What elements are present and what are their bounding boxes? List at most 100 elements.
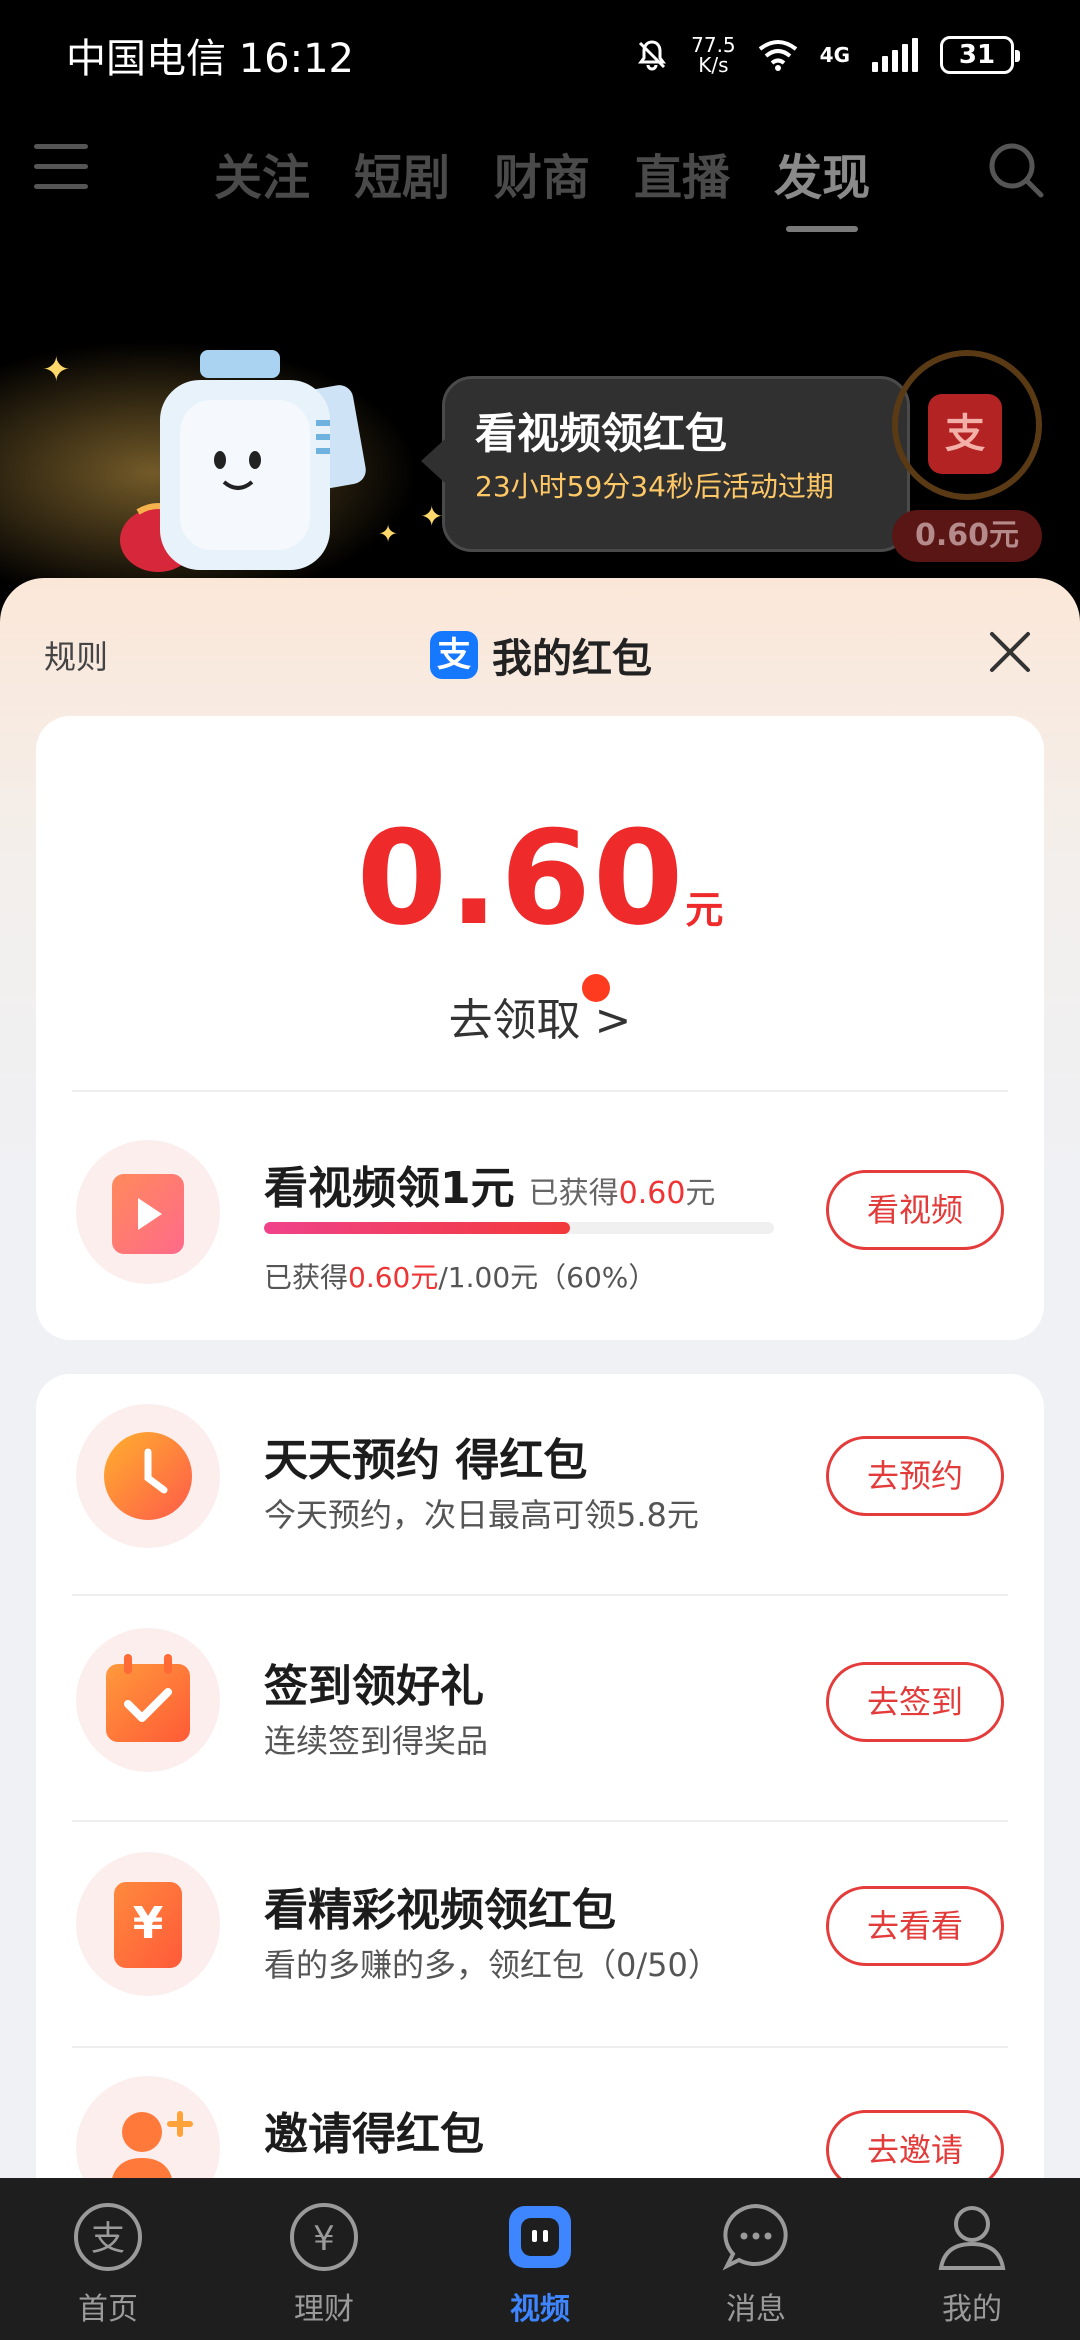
invite-task-icon xyxy=(76,2076,220,2178)
invite-button[interactable]: 去邀请 xyxy=(826,2110,1004,2178)
task-subtitle: 看的多赚的多，领红包（0/50） xyxy=(264,1946,720,1984)
sparkle-icon: ✦ xyxy=(42,350,71,390)
earned-prefix: 已获得 xyxy=(528,1176,619,1211)
status-bar: 中国电信 16:12 77.5 K/s 4G 31 xyxy=(0,0,1080,110)
alipay-home-icon: 支 xyxy=(74,2203,142,2271)
invite-user-icon xyxy=(112,2111,193,2178)
bottom-nav: 支 首页 ¥ 理财 视频 消息 我的 xyxy=(0,2178,1080,2340)
top-nav: 关注 短剧 财商 直播 发现 xyxy=(0,120,1080,232)
menu-icon[interactable] xyxy=(34,144,88,194)
bottom-nav-label: 消息 xyxy=(726,2292,786,2327)
progress-suffix: /1.00元（60%） xyxy=(438,1261,657,1294)
promo-banner: ✦ ✦ ✦ 看视频领红包 23小时59分34秒后活动过期 支 0.60元 xyxy=(0,320,1080,590)
tab-live[interactable]: 直播 xyxy=(634,138,730,208)
calendar-check-icon xyxy=(106,1654,190,1742)
battery-indicator: 31 xyxy=(940,36,1020,74)
close-icon[interactable] xyxy=(988,630,1032,674)
video-task-title-text: 看视频领1元 xyxy=(264,1163,515,1214)
wifi-icon xyxy=(758,40,797,71)
reserve-task-icon xyxy=(76,1404,220,1548)
svg-text:¥: ¥ xyxy=(133,1898,164,1949)
sparkle-icon: ✦ xyxy=(420,500,444,533)
mascot-illustration xyxy=(120,350,366,572)
task-subtitle: 今天预约，次日最高可领5.8元 xyxy=(264,1496,699,1534)
watch-more-button[interactable]: 去看看 xyxy=(826,1886,1004,1966)
promo-title: 看视频领红包 xyxy=(475,409,728,458)
divider xyxy=(72,1820,1008,1822)
balance-amount: 0.60元 xyxy=(36,802,1044,954)
video-task-earned: 已获得0.60元 xyxy=(529,1176,716,1211)
reserve-button[interactable]: 去预约 xyxy=(826,1436,1004,1516)
video-task-progress-bar xyxy=(264,1222,774,1234)
bottom-nav-profile[interactable]: 我的 xyxy=(864,2178,1080,2340)
bottom-nav-label: 首页 xyxy=(78,2292,138,2327)
bottom-nav-home[interactable]: 支 首页 xyxy=(0,2178,216,2340)
task-title: 天天预约 得红包 xyxy=(264,1435,588,1486)
earned-unit: 元 xyxy=(685,1176,716,1211)
progress-prefix: 已获得 xyxy=(264,1261,349,1294)
sheet-title: 支 我的红包 xyxy=(430,626,652,684)
promo-bubble[interactable]: 看视频领红包 23小时59分34秒后活动过期 xyxy=(421,376,910,552)
bottom-nav-label: 我的 xyxy=(942,2292,1002,2327)
watch-video-button[interactable]: 看视频 xyxy=(826,1170,1004,1250)
amount-unit: 元 xyxy=(685,888,724,932)
redpacket-amount-badge: 0.60元 xyxy=(892,510,1042,562)
alipay-logo-icon: 支 xyxy=(430,631,478,679)
checkin-button[interactable]: 去签到 xyxy=(826,1662,1004,1742)
task-title: 邀请得红包 xyxy=(264,2109,484,2160)
bottom-nav-finance[interactable]: ¥ 理财 xyxy=(216,2178,432,2340)
nav-tabs: 关注 短剧 财商 直播 发现 xyxy=(214,138,870,232)
video-task-icon xyxy=(76,1140,220,1284)
divider xyxy=(72,2046,1008,2048)
tab-short-drama[interactable]: 短剧 xyxy=(354,138,450,208)
bottom-nav-label: 理财 xyxy=(294,2292,354,2327)
tasks-card: 天天预约 得红包 今天预约，次日最高可领5.8元 去预约 签到领好礼 连续签到得… xyxy=(36,1374,1044,2178)
progress-value: 0.60元 xyxy=(348,1261,439,1294)
tab-discover[interactable]: 发现 xyxy=(774,138,870,232)
video-task-title: 看视频领1元 已获得0.60元 xyxy=(264,1152,715,1216)
clock-icon xyxy=(104,1432,192,1520)
rules-link[interactable]: 规则 xyxy=(44,632,108,678)
signal-icon xyxy=(872,38,918,72)
video-task-progress-text: 已获得0.60元/1.00元（60%） xyxy=(264,1256,656,1296)
mute-bell-icon xyxy=(638,40,667,71)
task-title: 签到领好礼 xyxy=(264,1661,484,1712)
svg-text:支: 支 xyxy=(91,2219,125,2259)
amount-value: 0.60 xyxy=(356,802,686,954)
net-speed-value: 77.5 xyxy=(691,33,736,57)
redpacket-icon: 支 xyxy=(928,394,1002,474)
tab-finance[interactable]: 财商 xyxy=(494,138,590,208)
divider xyxy=(72,1090,1008,1092)
claim-link[interactable]: 去领取 > xyxy=(36,984,1044,1048)
divider xyxy=(72,1594,1008,1596)
balance-card: 0.60元 去领取 > 看视频领1元 已获得0.60元 已获得0.60元/1.00… xyxy=(36,716,1044,1340)
yuan-circle-icon: ¥ xyxy=(290,2203,358,2271)
task-title: 看精彩视频领红包 xyxy=(264,1885,616,1936)
video-tab-icon xyxy=(509,2206,571,2268)
redpacket-sheet: 规则 支 我的红包 0.60元 去领取 > 看视频领1元 已获得0.60元 已获… xyxy=(0,578,1080,2178)
net-speed: 77.5 K/s xyxy=(691,35,736,75)
promo-countdown: 23小时59分34秒后活动过期 xyxy=(475,470,834,503)
task-subtitle: 连续签到得奖品 xyxy=(264,1722,489,1760)
net-speed-unit: K/s xyxy=(698,53,729,77)
carrier-time: 中国电信 16:12 xyxy=(66,36,354,82)
redpacket-progress-ring[interactable]: 支 xyxy=(892,350,1042,500)
network-type: 4G xyxy=(819,43,850,67)
play-icon xyxy=(112,1174,184,1254)
progress-fill xyxy=(264,1222,570,1234)
yuan-card-icon: ¥ xyxy=(114,1882,182,1968)
bottom-nav-messages[interactable]: 消息 xyxy=(648,2178,864,2340)
person-icon xyxy=(938,2206,1006,2270)
sheet-title-text: 我的红包 xyxy=(492,636,652,682)
bottom-nav-label: 视频 xyxy=(510,2292,570,2327)
sparkle-icon: ✦ xyxy=(378,520,399,548)
svg-text:¥: ¥ xyxy=(313,2219,335,2259)
bottom-nav-video[interactable]: 视频 xyxy=(432,2178,648,2340)
watch-task-icon: ¥ xyxy=(76,1852,220,1996)
tab-follow[interactable]: 关注 xyxy=(214,138,310,208)
earned-value: 0.60 xyxy=(618,1176,686,1211)
sheet-header: 规则 支 我的红包 xyxy=(0,578,1080,728)
chat-bubble-icon xyxy=(722,2203,788,2271)
search-icon[interactable] xyxy=(986,140,1046,200)
checkin-task-icon xyxy=(76,1628,220,1772)
